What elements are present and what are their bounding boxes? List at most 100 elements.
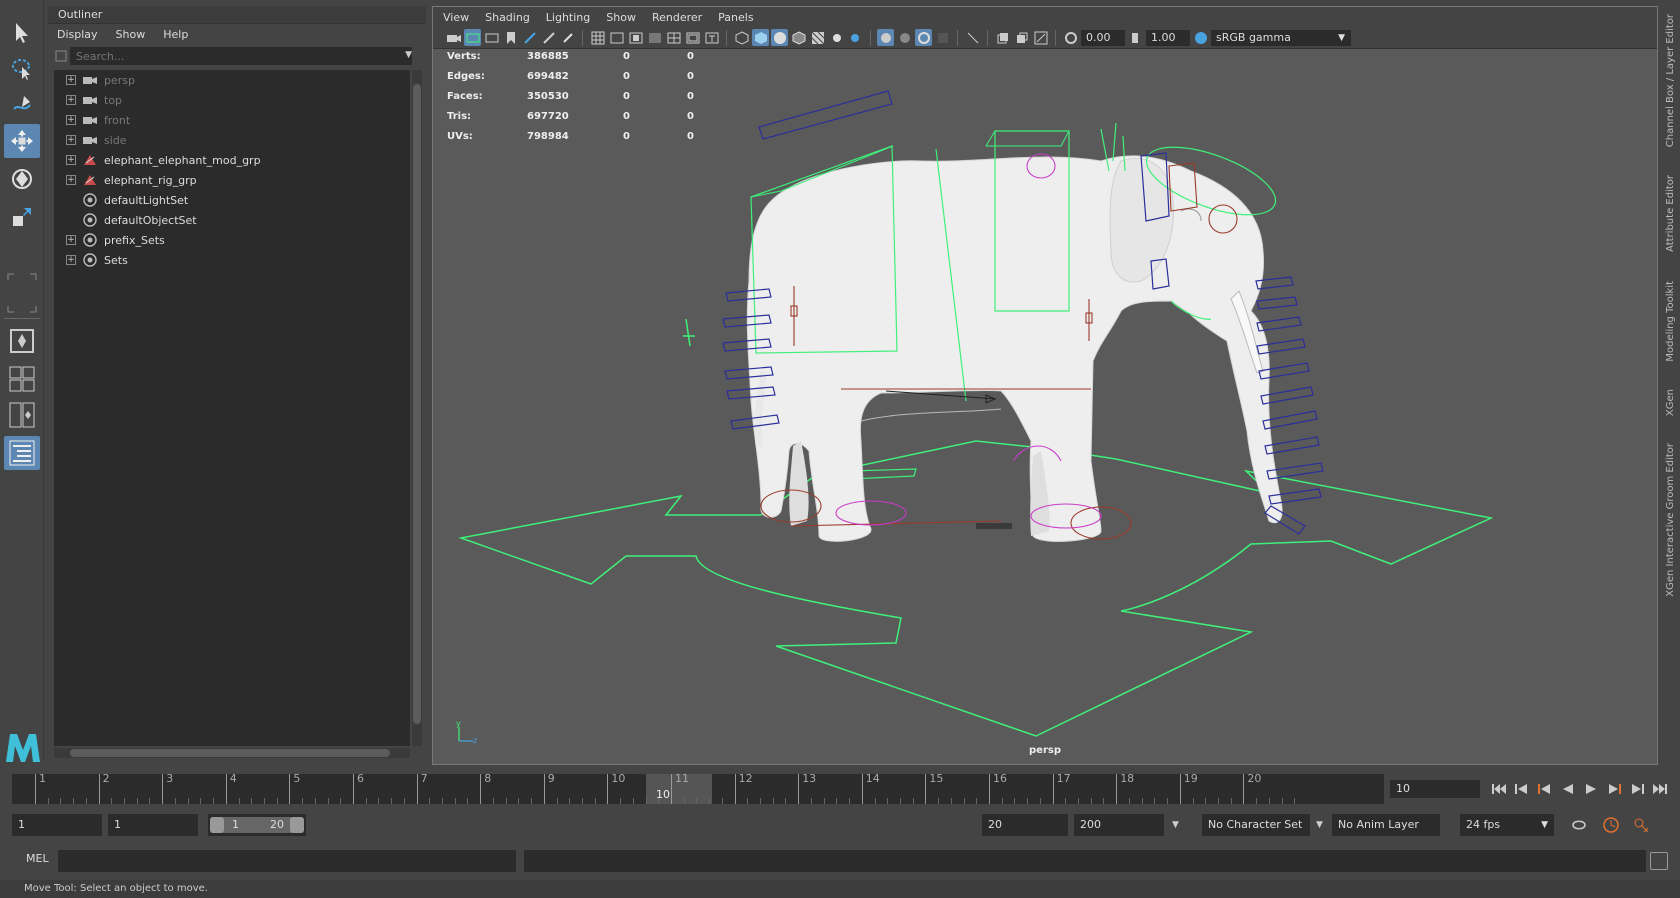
outliner-item[interactable]: + top	[54, 90, 410, 110]
scale-tool-button[interactable]	[4, 200, 40, 234]
field-chart-icon[interactable]	[665, 29, 682, 46]
shadows-icon[interactable]	[847, 29, 864, 46]
range-start-handle[interactable]	[210, 817, 224, 833]
scrollbar-thumb[interactable]	[413, 84, 421, 724]
step-back-key-icon[interactable]	[1513, 780, 1530, 798]
playback-end-field[interactable]: 20	[982, 814, 1068, 836]
lasso-tool-button[interactable]	[4, 52, 40, 86]
viewport-menu-lighting[interactable]: Lighting	[546, 11, 590, 24]
expand-icon[interactable]: +	[66, 255, 76, 265]
current-frame-field[interactable]: 10	[1390, 780, 1480, 798]
lights-icon[interactable]	[828, 29, 845, 46]
gate-mask-icon[interactable]	[646, 29, 663, 46]
outliner-horizontal-scrollbar[interactable]	[54, 748, 410, 758]
depth-of-field-icon[interactable]	[964, 29, 981, 46]
select-camera-icon[interactable]	[445, 29, 462, 46]
anim-prefs-icon[interactable]	[1632, 816, 1650, 837]
script-language-label[interactable]: MEL	[26, 852, 49, 865]
viewport-menu-view[interactable]: View	[443, 11, 469, 24]
use-default-material-icon[interactable]	[771, 29, 788, 46]
go-to-start-icon[interactable]	[1490, 780, 1507, 798]
script-editor-icon[interactable]	[1650, 852, 1668, 870]
bookmarks-icon[interactable]	[483, 29, 500, 46]
playback-start-field[interactable]: 1	[108, 814, 198, 836]
gamma-icon[interactable]	[1127, 29, 1144, 46]
control-plane[interactable]	[758, 90, 893, 140]
character-set-dropdown[interactable]: No Character Set	[1202, 814, 1310, 836]
single-pane-layout-button[interactable]	[4, 324, 40, 358]
rotate-tool-button[interactable]	[4, 162, 40, 196]
tab-xgen-groom-editor[interactable]: XGen Interactive Groom Editor	[1660, 436, 1680, 604]
outliner-item[interactable]: + front	[54, 110, 410, 130]
tab-modeling-toolkit[interactable]: Modeling Toolkit	[1660, 272, 1680, 370]
play-backward-icon[interactable]	[1559, 780, 1576, 798]
outliner-item[interactable]: + prefix_Sets	[54, 230, 410, 250]
wireframe-on-shaded-icon[interactable]	[790, 29, 807, 46]
viewport-menu-renderer[interactable]: Renderer	[652, 11, 702, 24]
ambient-occlusion-icon[interactable]	[1032, 29, 1049, 46]
time-slider[interactable]: 10 1 2 3 4 5 6 7 8 9 10 11 12 13 14 15 16 17 18 19 20	[12, 772, 1384, 804]
view-transform-select[interactable]: sRGB gamma ▼	[1211, 29, 1351, 46]
paint-select-tool-button[interactable]	[4, 88, 40, 122]
edit-pencil-icon[interactable]	[559, 29, 576, 46]
outliner-vertical-scrollbar[interactable]	[412, 70, 422, 746]
resolution-gate-icon[interactable]	[627, 29, 644, 46]
range-slider[interactable]: 1 20	[208, 814, 306, 836]
outliner-item[interactable]: + side	[54, 130, 410, 150]
gamma-field[interactable]: 1.00	[1146, 29, 1190, 46]
smooth-shade-icon[interactable]	[752, 29, 769, 46]
tab-xgen[interactable]: XGen	[1660, 380, 1680, 426]
antialiasing-icon[interactable]	[1013, 29, 1030, 46]
last-tool-slot[interactable]	[6, 272, 38, 314]
outliner-item[interactable]: + elephant_elephant_mod_grp	[54, 150, 410, 170]
outliner-item[interactable]: defaultObjectSet	[54, 210, 410, 230]
elephant-mesh[interactable]	[746, 155, 1283, 542]
step-forward-key-icon[interactable]	[1628, 780, 1645, 798]
expand-icon[interactable]: +	[66, 235, 76, 245]
tab-attribute-editor[interactable]: Attribute Editor	[1660, 166, 1680, 260]
color-management-icon[interactable]	[1192, 29, 1209, 46]
expand-icon[interactable]: +	[66, 135, 76, 145]
expand-icon[interactable]: +	[66, 75, 76, 85]
exposure-field[interactable]: 0.00	[1081, 29, 1125, 46]
grease-pencil-icon[interactable]	[540, 29, 557, 46]
range-end-handle[interactable]	[290, 817, 304, 833]
camera-attributes-icon[interactable]	[464, 29, 481, 46]
go-to-end-icon[interactable]	[1651, 780, 1668, 798]
two-pane-layout-button[interactable]	[4, 398, 40, 432]
outliner-item[interactable]: + elephant_rig_grp	[54, 170, 410, 190]
step-back-frame-icon[interactable]	[1536, 780, 1553, 798]
move-tool-button[interactable]	[4, 124, 40, 158]
xray-joints-icon[interactable]	[915, 29, 932, 46]
outliner-search-input[interactable]	[70, 47, 412, 65]
viewport-menu-shading[interactable]: Shading	[485, 11, 530, 24]
anim-layer-dropdown[interactable]: No Anim Layer	[1332, 814, 1440, 836]
viewport-menu-show[interactable]: Show	[606, 11, 636, 24]
exposure-icon[interactable]	[1062, 29, 1079, 46]
character-set-menu-icon[interactable]: ▼	[1172, 814, 1179, 836]
textured-icon[interactable]	[809, 29, 826, 46]
outliner-item[interactable]: defaultLightSet	[54, 190, 410, 210]
search-dropdown-icon[interactable]: ▼	[405, 50, 412, 60]
xray-icon[interactable]	[896, 29, 913, 46]
outliner-menu-show[interactable]: Show	[116, 28, 146, 41]
2d-pan-zoom-icon[interactable]	[521, 29, 538, 46]
viewport-scene[interactable]	[433, 49, 1657, 743]
expand-icon[interactable]: +	[66, 115, 76, 125]
grid-icon[interactable]	[589, 29, 606, 46]
tab-channel-box[interactable]: Channel Box / Layer Editor	[1660, 8, 1680, 154]
play-forward-icon[interactable]	[1582, 780, 1599, 798]
motion-blur-icon[interactable]	[994, 29, 1011, 46]
safe-title-icon[interactable]	[703, 29, 720, 46]
auto-key-icon[interactable]	[1602, 816, 1620, 837]
outliner-menu-help[interactable]: Help	[163, 28, 188, 41]
outliner-menu-display[interactable]: Display	[57, 28, 98, 41]
isolate-select-icon[interactable]	[877, 29, 894, 46]
expand-icon[interactable]: +	[66, 95, 76, 105]
fps-dropdown[interactable]: 24 fps ▼	[1460, 814, 1554, 836]
global-control-curve[interactable]	[458, 440, 1494, 737]
mel-command-input[interactable]	[58, 850, 516, 872]
outliner-item[interactable]: + persp	[54, 70, 410, 90]
select-tool-button[interactable]	[4, 16, 40, 50]
outliner-item[interactable]: + Sets	[54, 250, 410, 270]
